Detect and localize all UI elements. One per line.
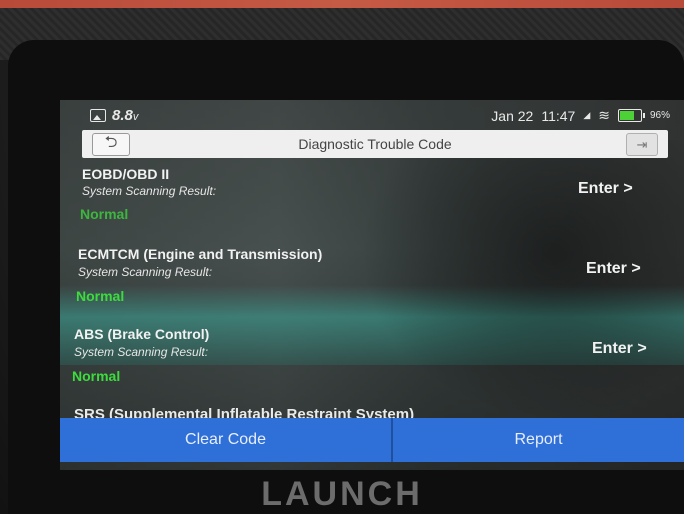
battery-icon — [617, 109, 645, 122]
status-left: 8.8v — [90, 107, 138, 124]
clear-code-button[interactable]: Clear Code — [60, 418, 391, 462]
system-name: ABS (Brake Control) — [74, 326, 210, 342]
enter-button-eobd[interactable]: Enter > — [578, 180, 633, 198]
image-icon — [90, 109, 106, 122]
status-date: Jan 22 — [491, 107, 534, 124]
status-right: Jan 22 11:47 ◢ ≋ 96% — [491, 107, 670, 124]
scan-result-status: Normal — [72, 368, 121, 384]
bottom-action-bar: Clear Code Report — [60, 418, 684, 462]
brand-logo: LAUNCH — [261, 475, 423, 513]
scan-result-status: Normal — [76, 288, 125, 304]
device-screen: 8.8v Jan 22 11:47 ◢ ≋ 96% ⮌ Diagnostic T… — [60, 100, 684, 470]
scan-result-status: Normal — [80, 206, 129, 222]
system-row-abs[interactable]: ABS (Brake Control) System Scanning Resu… — [60, 320, 684, 400]
system-row-ecmtcm[interactable]: ECMTCM (Engine and Transmission) System … — [60, 240, 684, 320]
battery-percent: 96% — [649, 110, 670, 121]
signal-icon: ◢ — [583, 110, 591, 120]
system-name: EOBD/OBD II — [82, 166, 170, 182]
scan-result-label: System Scanning Result: — [82, 184, 217, 198]
scan-result-label: System Scanning Result: — [78, 265, 213, 279]
enter-button-ecmtcm[interactable]: Enter > — [586, 260, 641, 278]
enter-button-abs[interactable]: Enter > — [592, 340, 647, 358]
page-title: Diagnostic Trouble Code — [298, 136, 452, 152]
voltage-unit: v — [132, 111, 139, 123]
wifi-icon: ≋ — [598, 107, 610, 123]
report-button[interactable]: Report — [393, 418, 684, 462]
scan-result-label: System Scanning Result: — [74, 345, 209, 359]
system-row-eobd[interactable]: EOBD/OBD II System Scanning Result: Norm… — [60, 160, 684, 240]
status-bar: 8.8v Jan 22 11:47 ◢ ≋ 96% — [90, 106, 670, 126]
exit-button[interactable]: ⇥ — [626, 133, 658, 156]
status-time: 11:47 — [541, 107, 576, 124]
voltage-value: 8.8 — [112, 107, 133, 124]
voltage-readout: 8.8v — [112, 107, 138, 124]
system-name: ECMTCM (Engine and Transmission) — [78, 246, 323, 262]
title-bar: ⮌ Diagnostic Trouble Code ⇥ — [82, 130, 668, 158]
exit-icon: ⇥ — [636, 136, 648, 152]
device-red-strip — [0, 0, 684, 8]
